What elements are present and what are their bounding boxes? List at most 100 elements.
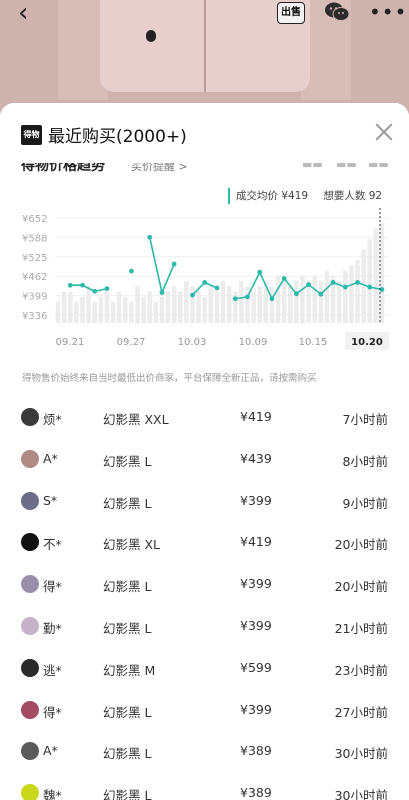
sheet-title: 最近购买(2000+): [48, 127, 187, 147]
want-bar: [294, 281, 299, 323]
purchase-row: 勤* 幻影黑 L ¥399 21小时前: [0, 607, 409, 649]
price-notice: 得物售价始终来自当时最低出价商家，平台保障全新正品，请按需购买: [22, 373, 317, 384]
purchase-price: ¥599: [240, 659, 272, 675]
want-bar: [153, 302, 159, 323]
back-icon[interactable]: ‹: [18, 0, 28, 28]
want-bar: [300, 275, 305, 323]
avatar: [21, 700, 39, 719]
want-bar: [318, 281, 324, 323]
dewu-logo: 得物: [21, 125, 42, 145]
buyer-name: A*: [43, 743, 58, 759]
purchase-time: 27小时前: [334, 704, 388, 720]
purchase-price: ¥399: [240, 492, 272, 508]
buyer-name: 得*: [43, 579, 62, 595]
price-point: [281, 276, 287, 281]
more-icon[interactable]: •••: [369, 0, 407, 24]
want-bar: [281, 281, 287, 323]
want-bar: [233, 291, 238, 323]
want-bar: [184, 281, 189, 323]
price-point: [190, 292, 195, 298]
y-tick-label: ¥336: [22, 311, 47, 322]
want-bar: [68, 291, 73, 323]
sell-button[interactable]: 出售: [277, 2, 305, 24]
avatar: [21, 449, 39, 468]
want-bar: [245, 286, 250, 323]
price-point: [171, 261, 177, 267]
purchase-time: 23小时前: [334, 662, 388, 678]
price-point: [128, 268, 134, 274]
price-point: [147, 234, 153, 240]
x-tick-label: 09.27: [117, 337, 146, 348]
price-point: [159, 290, 165, 295]
want-bar: [98, 296, 104, 323]
want-bar: [116, 291, 122, 323]
want-bar: [110, 302, 116, 323]
want-bar: [165, 291, 171, 323]
price-point: [202, 280, 208, 285]
sheet-header: 得物 最近购买(2000+): [0, 103, 409, 163]
purchase-list: 烦* 幻影黑 XXL ¥419 7小时前 A* 幻影黑 L ¥439 8小时前 S* 幻影黑 L ¥…: [0, 398, 409, 800]
want-bar: [190, 286, 195, 323]
price-point: [92, 288, 98, 294]
avatar: [21, 491, 39, 510]
avatar: [21, 742, 39, 761]
purchase-time: 9小时前: [342, 495, 388, 511]
close-icon[interactable]: [372, 120, 396, 144]
avatar: [21, 408, 39, 426]
price-point: [245, 294, 250, 300]
price-point: [104, 286, 110, 292]
buyer-name: 不*: [43, 537, 62, 553]
recent-purchases-sheet: 得物 最近购买(2000+) 得物价格趋势 买价提醒 > ▬▬ ▬▬ ▬▬ 成交…: [0, 103, 409, 800]
purchase-price: ¥399: [240, 576, 272, 592]
want-bar: [355, 260, 360, 323]
want-bar: [135, 286, 140, 323]
want-bar: [92, 302, 97, 323]
want-bar: [349, 265, 354, 323]
x-tick-label: 10.09: [239, 337, 268, 348]
x-tick-label: 10.03: [178, 337, 207, 348]
purchase-time: 30小时前: [334, 746, 388, 762]
variant-label: 幻影黑 L: [103, 453, 152, 469]
want-bar: [269, 286, 275, 323]
want-bar: [336, 281, 342, 323]
want-bar: [367, 239, 372, 323]
price-point: [367, 284, 373, 290]
purchase-price: ¥399: [240, 701, 272, 717]
purchase-row: 得* 幻影黑 L ¥399 27小时前: [0, 691, 409, 733]
chart-svg[interactable]: ¥652 ¥588 ¥525 ¥462 ¥399 ¥336 09.21 09.27 10.03 1…: [0, 183, 409, 358]
buyer-name: 勤*: [43, 620, 62, 636]
want-bar: [171, 286, 177, 323]
purchase-price: ¥439: [240, 450, 272, 466]
price-point: [232, 296, 238, 302]
purchase-row: S* 幻影黑 L ¥399 9小时前: [0, 482, 409, 524]
wechat-icon[interactable]: [324, 1, 350, 23]
price-point: [214, 285, 220, 291]
buyer-name: S*: [43, 492, 58, 508]
want-bar: [226, 286, 232, 323]
want-bar: [129, 302, 134, 323]
want-bar: [239, 281, 244, 323]
buyer-name: 得*: [43, 704, 62, 720]
purchase-row: 得* 幻影黑 L ¥399 20小时前: [0, 565, 409, 607]
y-tick-label: ¥525: [22, 253, 47, 264]
buyer-name: 逃*: [43, 662, 62, 678]
variant-label: 幻影黑 L: [103, 746, 152, 762]
variant-label: 幻影黑 L: [103, 495, 152, 511]
want-bar: [312, 275, 317, 323]
purchase-price: ¥389: [240, 785, 272, 800]
price-point: [67, 282, 73, 288]
price-trend-chart: 成交均价 ¥419 想要人数 92 ¥652 ¥588 ¥525 ¥462 ¥399 ¥3…: [0, 183, 409, 358]
want-bar: [196, 291, 201, 323]
variant-label: 幻影黑 L: [103, 788, 152, 800]
purchase-row: 不* 幻影黑 XL ¥419 20小时前: [0, 523, 409, 565]
price-line: [148, 237, 175, 296]
want-bar: [251, 291, 256, 323]
avatar: [21, 784, 39, 800]
want-bar: [74, 302, 79, 323]
x-tick-label: 10.15: [299, 337, 328, 348]
want-bar: [123, 296, 128, 323]
variant-label: 幻影黑 XL: [103, 537, 161, 553]
y-tick-label: ¥588: [22, 233, 47, 244]
want-bar: [324, 270, 330, 323]
purchase-row: 逃* 幻影黑 M ¥599 23小时前: [0, 649, 409, 691]
